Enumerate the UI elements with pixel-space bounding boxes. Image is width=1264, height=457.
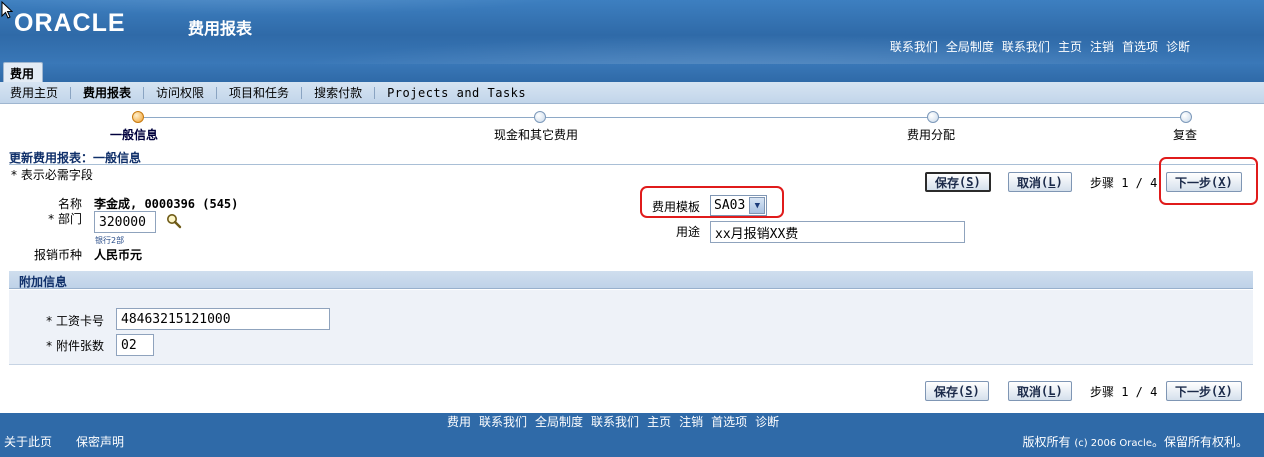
subnav-separator: [70, 86, 72, 99]
train-step-review[interactable]: 复查: [1173, 126, 1197, 143]
next-button-bottom[interactable]: 下一步(X): [1166, 381, 1242, 401]
required-fields-note: * 表示必需字段: [11, 168, 93, 182]
search-icon[interactable]: [166, 213, 182, 229]
tab-bar: [0, 64, 1264, 82]
train-step-general: 一般信息: [110, 128, 159, 142]
title-divider: [9, 164, 1255, 165]
privacy-link[interactable]: 保密声明: [76, 433, 124, 450]
footer-link-contact-2[interactable]: 联系我们: [591, 413, 639, 430]
department-label: * 部门: [48, 212, 82, 226]
global-links: 联系我们 全局制度 联系我们 主页 注销 首选项 诊断: [890, 38, 1190, 55]
footer-link-contact[interactable]: 联系我们: [479, 413, 527, 430]
train-step-cash[interactable]: 现金和其它费用: [494, 126, 578, 143]
footer-link-preferences[interactable]: 首选项: [711, 413, 747, 430]
subnav-projects-tasks-cn[interactable]: 项目和任务: [225, 84, 301, 101]
tab-expenses[interactable]: 费用: [3, 62, 43, 84]
subnav-separator: [216, 86, 218, 99]
footer-left-links: 关于此页 保密声明: [4, 433, 124, 450]
subnav-expense-home[interactable]: 费用主页: [6, 84, 70, 101]
additional-info-header: 附加信息: [9, 271, 1253, 289]
subnav-search-payments[interactable]: 搜索付款: [310, 84, 374, 101]
global-link-preferences[interactable]: 首选项: [1122, 38, 1158, 55]
global-link-contact[interactable]: 联系我们: [890, 38, 938, 55]
sub-navigation: 费用主页 费用报表 访问权限 项目和任务 搜索付款 Projects and T…: [0, 82, 1264, 104]
subnav-access[interactable]: 访问权限: [152, 84, 216, 101]
cancel-button[interactable]: 取消(L): [1008, 172, 1072, 192]
currency-label: 报销币种: [33, 248, 82, 262]
attachments-input[interactable]: 02: [116, 334, 154, 356]
train-step-allocation[interactable]: 费用分配: [907, 126, 955, 143]
purpose-label: 用途: [675, 225, 700, 239]
salary-card-label: * 工资卡号: [46, 314, 104, 328]
footer-link-policy[interactable]: 全局制度: [535, 413, 583, 430]
global-link-contact-2[interactable]: 联系我们: [1002, 38, 1050, 55]
train-step-dot[interactable]: [534, 111, 546, 123]
footer-link-logout[interactable]: 注销: [679, 413, 703, 430]
train-track: [138, 117, 1188, 118]
global-link-policy[interactable]: 全局制度: [946, 38, 994, 55]
oracle-logo: ORACLE: [14, 9, 126, 37]
footer-link-diagnostics[interactable]: 诊断: [755, 413, 779, 430]
attachments-label: * 附件张数: [46, 339, 104, 353]
subnav-separator: [301, 86, 303, 99]
template-highlight: [640, 186, 784, 218]
salary-card-input[interactable]: 48463215121000: [116, 308, 330, 330]
mouse-cursor-icon: [1, 1, 13, 19]
train-step-dot[interactable]: [1180, 111, 1192, 123]
department-hint: 银行2部: [95, 236, 125, 245]
save-button[interactable]: 保存(S): [925, 172, 991, 192]
app-title: 费用报表: [188, 19, 253, 38]
department-input[interactable]: 320000: [94, 211, 156, 233]
footer-links: 费用 联系我们 全局制度 联系我们 主页 注销 首选项 诊断: [447, 413, 779, 430]
global-link-logout[interactable]: 注销: [1090, 38, 1114, 55]
subnav-separator: [143, 86, 145, 99]
global-link-diagnostics[interactable]: 诊断: [1166, 38, 1190, 55]
train-step-dot-current: [132, 111, 144, 123]
subnav-projects-tasks[interactable]: Projects and Tasks: [383, 86, 538, 100]
copyright-text: 版权所有 (c) 2006 Oracle。保留所有权利。: [1022, 435, 1248, 449]
subnav-expense-reports[interactable]: 费用报表: [79, 84, 143, 101]
about-page-link[interactable]: 关于此页: [4, 433, 52, 450]
step-indicator-bottom: 步骤 1 / 4: [1090, 385, 1158, 399]
step-indicator: 步骤 1 / 4: [1090, 176, 1158, 190]
purpose-input[interactable]: xx月报销XX费: [710, 221, 965, 243]
train-step-dot[interactable]: [927, 111, 939, 123]
footer-link-home[interactable]: 主页: [647, 413, 671, 430]
currency-value: 人民币元: [94, 248, 143, 262]
cancel-button-bottom[interactable]: 取消(L): [1008, 381, 1072, 401]
subnav-separator: [374, 86, 376, 99]
save-button-bottom[interactable]: 保存(S): [925, 381, 989, 401]
footer-link-expenses[interactable]: 费用: [447, 413, 471, 430]
name-value: 李金成, 0000396 (545): [94, 197, 239, 211]
global-link-home[interactable]: 主页: [1058, 38, 1082, 55]
next-button-highlight: [1159, 157, 1258, 205]
